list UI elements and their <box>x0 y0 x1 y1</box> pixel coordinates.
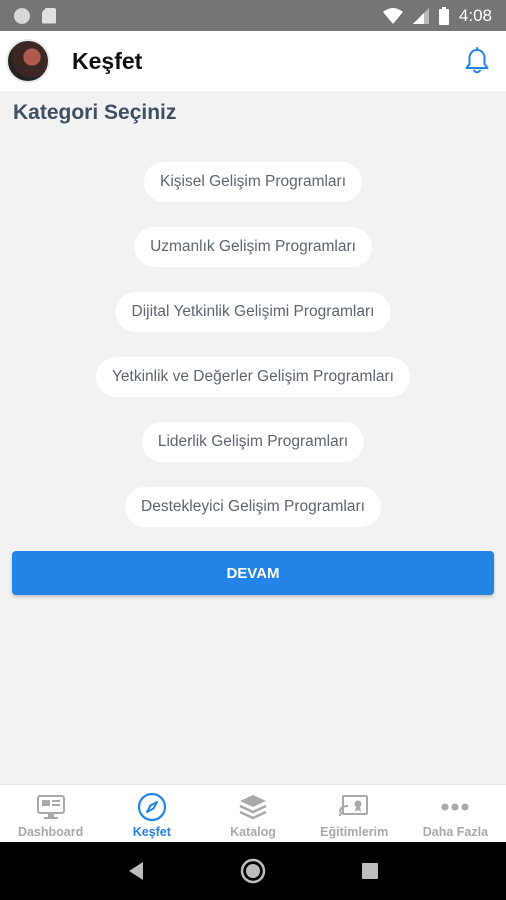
home-icon[interactable] <box>240 858 266 884</box>
nav-label-katalog: Katalog <box>230 825 276 839</box>
category-chip-yetkinlik[interactable]: Yetkinlik ve Değerler Gelişim Programlar… <box>96 357 410 397</box>
avatar[interactable] <box>6 39 50 83</box>
monitor-icon <box>36 793 66 821</box>
nav-item-egitimlerim[interactable]: Eğitimlerim <box>304 785 405 842</box>
nav-item-daha-fazla[interactable]: Daha Fazla <box>405 785 506 842</box>
compass-icon <box>137 792 167 822</box>
app-bar: Keşfet <box>0 31 506 91</box>
recents-icon[interactable] <box>361 862 379 880</box>
sd-card-icon <box>42 7 56 24</box>
layers-icon <box>238 793 268 821</box>
system-navigation-bar <box>0 842 506 900</box>
nav-label-egitimlerim: Eğitimlerim <box>320 825 389 839</box>
cast-certificate-icon <box>339 793 369 821</box>
more-dots-icon <box>440 793 470 821</box>
nav-label-daha-fazla: Daha Fazla <box>422 825 489 839</box>
category-chip-kisisel[interactable]: Kişisel Gelişim Programları <box>143 162 363 202</box>
category-chip-dijital[interactable]: Dijital Yetkinlik Gelişimi Programları <box>115 292 391 332</box>
category-chip-liderlik[interactable]: Liderlik Gelişim Programları <box>141 422 365 462</box>
notifications-button[interactable] <box>460 44 494 78</box>
nav-label-dashboard: Dashboard <box>17 825 84 839</box>
category-chip-uzmanlik[interactable]: Uzmanlık Gelişim Programları <box>134 227 372 267</box>
notification-dot-icon <box>14 7 30 24</box>
category-chip-destekleyici[interactable]: Destekleyici Gelişim Programları <box>125 487 381 527</box>
nav-item-kesfet[interactable]: Keşfet <box>101 785 202 842</box>
cell-signal-icon <box>412 7 429 24</box>
continue-button[interactable]: DEVAM <box>12 551 494 595</box>
nav-label-kesfet: Keşfet <box>132 825 171 839</box>
nav-item-dashboard[interactable]: Dashboard <box>0 785 101 842</box>
bottom-nav: Dashboard Keşfet Katalog Eğitimlerim Dah… <box>0 784 506 842</box>
battery-icon <box>438 6 449 25</box>
bell-icon <box>465 47 489 74</box>
back-icon[interactable] <box>127 861 145 881</box>
status-bar: 4:08 <box>0 0 506 31</box>
page-title: Keşfet <box>72 47 143 74</box>
section-title: Kategori Seçiniz <box>13 101 177 124</box>
clock: 4:08 <box>458 5 492 25</box>
nav-item-katalog[interactable]: Katalog <box>202 785 303 842</box>
wifi-icon <box>382 7 403 24</box>
